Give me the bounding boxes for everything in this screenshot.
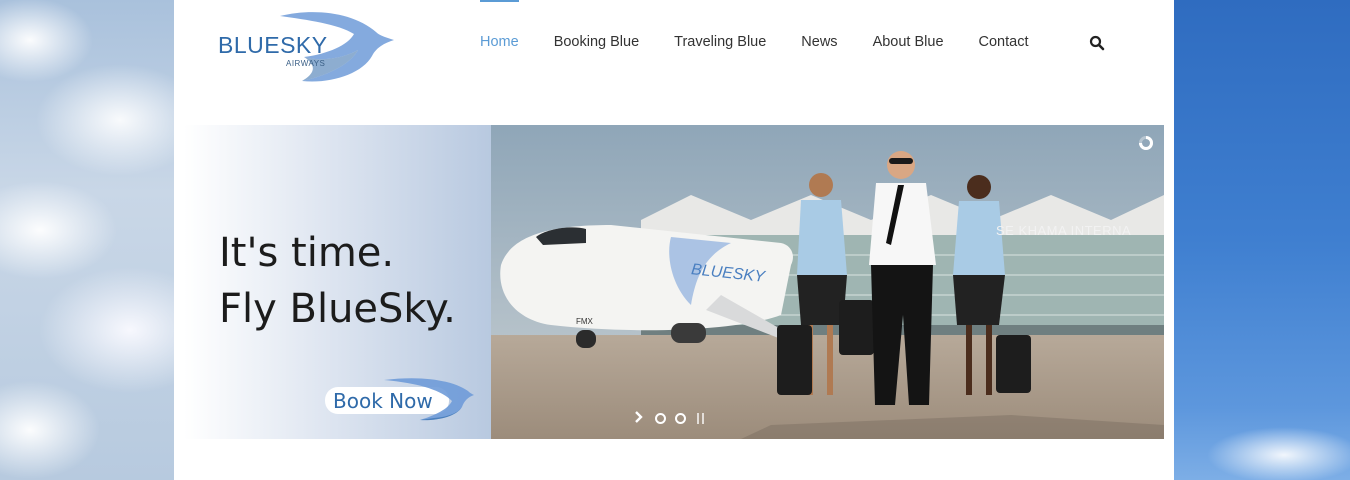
slider-loading-icon	[1139, 136, 1153, 150]
slider-dot-2[interactable]	[675, 412, 686, 424]
pause-icon[interactable]	[697, 412, 704, 424]
aircraft-registration: FMX	[576, 317, 593, 326]
tagline-line-1: It's time.	[219, 230, 395, 276]
book-now-button[interactable]: Book Now	[324, 377, 474, 423]
hero-slider: It's time. Fly BlueSky. Book Now SE KHAM…	[184, 125, 1164, 439]
chevron-right-icon	[635, 411, 643, 423]
brand-subtitle: AIRWAYS	[286, 59, 326, 68]
nav-item-traveling-blue[interactable]: Traveling Blue	[674, 0, 766, 50]
main-nav: Home Booking Blue Traveling Blue News Ab…	[480, 0, 1064, 90]
nav-item-news[interactable]: News	[801, 0, 837, 50]
terminal-sign-text: SE KHAMA INTERNA	[996, 223, 1132, 238]
slider-dot-1[interactable]	[655, 412, 666, 424]
hero-photo: SE KHAMA INTERNA BLUESKY FMX	[491, 125, 1164, 439]
search-icon	[1089, 35, 1105, 51]
nav-item-about-blue[interactable]: About Blue	[873, 0, 944, 50]
page-container: BLUESKY AIRWAYS Home Booking Blue Travel…	[174, 0, 1174, 480]
brand-logo[interactable]: BLUESKY AIRWAYS	[218, 10, 398, 85]
tagline-line-2: Fly BlueSky.	[219, 286, 456, 332]
nav-item-booking-blue[interactable]: Booking Blue	[554, 0, 639, 50]
book-now-label: Book Now	[333, 389, 433, 413]
search-button[interactable]	[1089, 35, 1105, 51]
crew-airport-photo	[491, 125, 1164, 439]
nav-item-home[interactable]: Home	[480, 0, 519, 50]
brand-name: BLUESKY	[218, 32, 328, 58]
hero-promo-panel: It's time. Fly BlueSky. Book Now	[184, 125, 491, 439]
sky-background-right	[1174, 0, 1350, 480]
sky-background-left	[0, 0, 174, 480]
nav-item-contact[interactable]: Contact	[979, 0, 1029, 50]
hero-tagline: It's time. Fly BlueSky.	[219, 225, 456, 337]
slider-controls	[634, 410, 713, 426]
